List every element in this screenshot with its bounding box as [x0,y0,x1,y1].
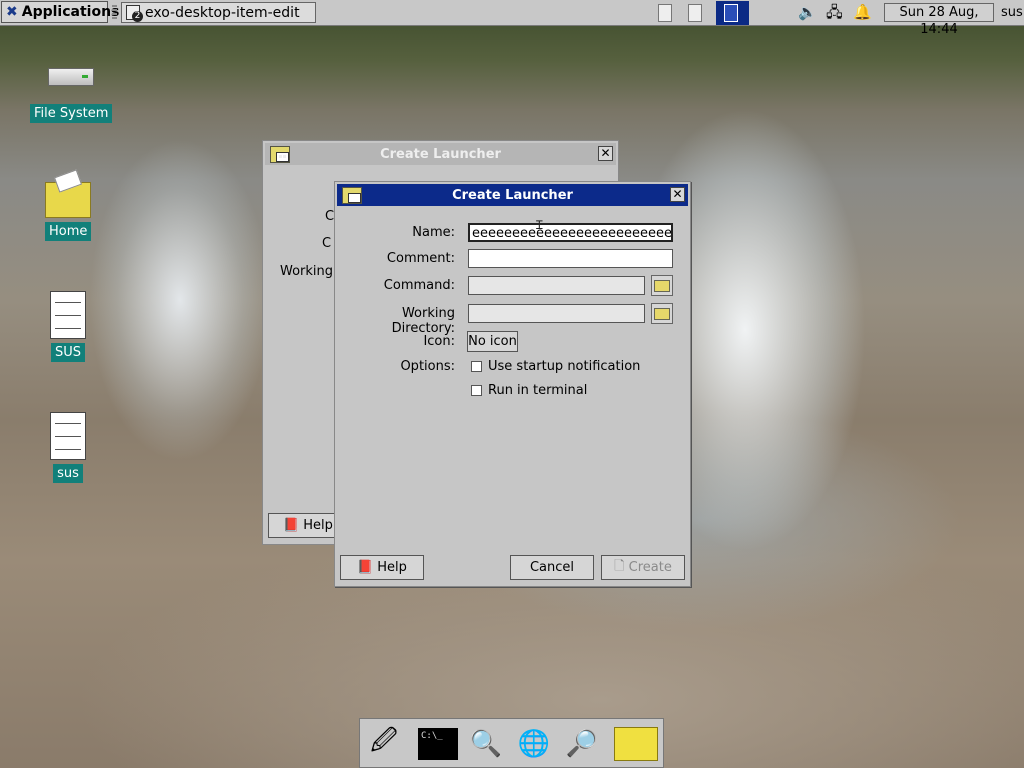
startup-notification-checkbox[interactable] [471,361,482,372]
desktop-icon-home[interactable]: Home [45,182,92,241]
text-document-icon [50,291,86,339]
dialog-titlebar[interactable]: ▪▪ Create Launcher ✕ [337,184,688,206]
close-icon[interactable]: ✕ [670,187,685,202]
terminal-icon[interactable]: C:\_ [416,723,460,765]
icon-picker-button[interactable]: No icon [467,331,518,352]
comment-label: Comment: [386,251,455,266]
command-field[interactable] [468,276,645,295]
desktop-icon-label: sus [53,464,83,483]
volume-icon[interactable]: 🔈 [798,4,817,20]
working-directory-label: Working Directory: [391,306,455,336]
startup-notification-option[interactable]: Use startup notification [471,359,640,374]
applications-menu-button[interactable]: ✖ Applications [1,1,119,23]
desktop-icon-label: Home [45,222,92,241]
help-book-icon: 📕 [283,518,300,533]
run-in-terminal-label: Run in terminal [488,383,588,398]
create-button[interactable]: 🗋 Create [601,555,685,580]
workspace-4[interactable] [749,1,785,25]
desktop-icon-file-system[interactable]: File System [30,62,113,123]
web-browser-icon[interactable]: 🌐 [512,723,556,765]
comment-field[interactable] [468,249,673,268]
run-in-terminal-option[interactable]: Run in terminal [471,383,587,398]
folder-icon [654,307,670,320]
launcher-icon: ▪▪ [340,185,362,205]
dialog-title: Create Launcher [452,187,573,203]
help-button-label: Help [303,518,333,533]
taskbar-item-label: exo-desktop-item-edit [145,4,300,21]
desktop-icon-label: SUS [50,343,86,362]
clock[interactable]: Sun 28 Aug, 14:44 [884,3,994,37]
desktop-icon-sus-lower[interactable]: sus [50,412,86,483]
help-button-label: Help [377,560,407,575]
workspace-1[interactable] [650,1,680,25]
text-cursor-icon: Ɪ [536,218,543,232]
window-group-icon: 2 [126,4,143,22]
desktop-icon-label: File System [30,104,113,123]
browse-command-button[interactable] [651,275,673,296]
home-folder-icon [45,182,92,218]
desktop-icon-sus-upper[interactable]: SUS [50,291,86,362]
help-book-icon: 📕 [357,560,374,575]
user-name[interactable]: sus [1001,5,1023,20]
options-label: Options: [400,359,455,374]
applications-label: Applications [21,4,120,20]
text-document-icon [50,412,86,460]
create-button-label: Create [628,560,672,575]
cancel-button[interactable]: Cancel [510,555,594,580]
document-viewer-icon[interactable]: 🔎 [560,723,604,765]
help-button[interactable]: 📕 Help [340,555,424,580]
name-field[interactable]: eeeeeeeeeeeeeeeeeeeeeeeeeeeeeee [468,223,673,242]
launcher-dock: 🖉 C:\_ 🔍 🌐 🔎 [359,718,664,768]
workspace-2[interactable] [680,1,716,25]
label-partial: C [325,209,335,224]
window-title: Create Launcher [380,146,501,162]
close-icon[interactable]: ✕ [598,146,613,161]
terminal-prompt: C:\_ [418,728,458,760]
label-partial: C [322,236,332,251]
taskbar-item[interactable]: 2 exo-desktop-item-edit [121,2,316,23]
name-label: Name: [412,225,455,240]
startup-notification-label: Use startup notification [488,359,641,374]
panel-handle[interactable] [112,5,117,21]
window-count-badge: 2 [132,10,143,22]
network-icon[interactable]: 🖧 [826,4,843,20]
launcher-icon: ▪▪ [268,144,290,164]
file-manager-icon[interactable] [614,723,658,765]
settings-editor-icon[interactable]: 🖉 [362,723,406,765]
working-directory-field[interactable] [468,304,645,323]
hard-drive-icon [48,68,95,86]
notification-bell-icon[interactable]: 🔔 [853,4,872,20]
icon-label: Icon: [423,334,455,349]
run-in-terminal-checkbox[interactable] [471,385,482,396]
command-label: Command: [383,278,455,293]
file-search-icon[interactable]: 🔍 [464,723,508,765]
xfce-logo-icon: ✖ [6,4,18,20]
create-launcher-dialog[interactable]: ▪▪ Create Launcher ✕ Name: eeeeeeeeeeeee… [334,181,691,587]
window-titlebar[interactable]: ▪▪ Create Launcher ✕ [265,143,616,165]
document-icon: 🗋 [614,558,625,574]
browse-directory-button[interactable] [651,303,673,324]
top-panel: ✖ Applications 2 exo-desktop-item-edit 🔈… [0,0,1024,37]
workspace-3-active[interactable] [716,1,749,25]
folder-open-icon [654,279,670,292]
